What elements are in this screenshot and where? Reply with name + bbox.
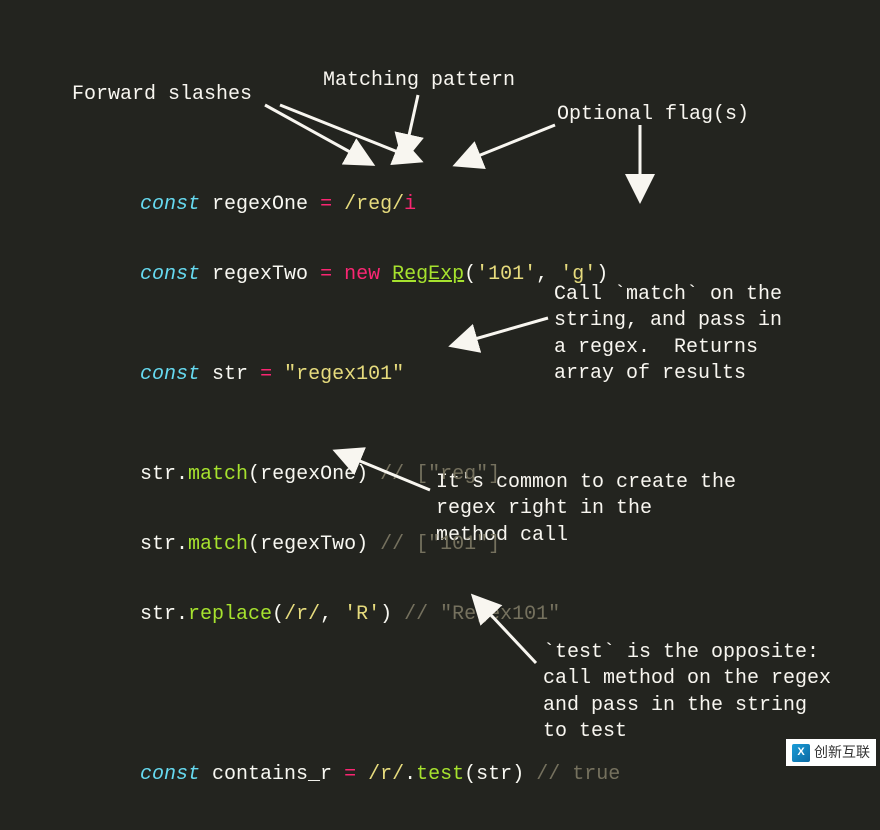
code-line-4: str.match(regexOne) // ["reg"]	[140, 460, 620, 500]
code-line-7: const contains_r = /r/.test(str) // true	[140, 760, 620, 800]
code-line-5: str.match(regexTwo) // ["101"]	[140, 530, 620, 570]
code-line-6: str.replace(/r/, 'R') // "Regex101"	[140, 600, 620, 640]
annotation-optional-flags: Optional flag(s)	[557, 102, 749, 128]
code-line-3: const str = "regex101"	[140, 360, 620, 400]
annotation-matching-pattern: Matching pattern	[323, 68, 515, 94]
code-line-2: const regexTwo = new RegExp('101', 'g')	[140, 260, 620, 300]
watermark-badge: X 创新互联	[786, 739, 876, 766]
code-block: const regexOne = /reg/i const regexTwo =…	[140, 160, 620, 830]
watermark-logo-icon: X	[792, 744, 810, 762]
code-line-1: const regexOne = /reg/i	[140, 190, 620, 230]
watermark-text: 创新互联	[814, 742, 870, 763]
annotation-forward-slashes: Forward slashes	[72, 82, 252, 108]
